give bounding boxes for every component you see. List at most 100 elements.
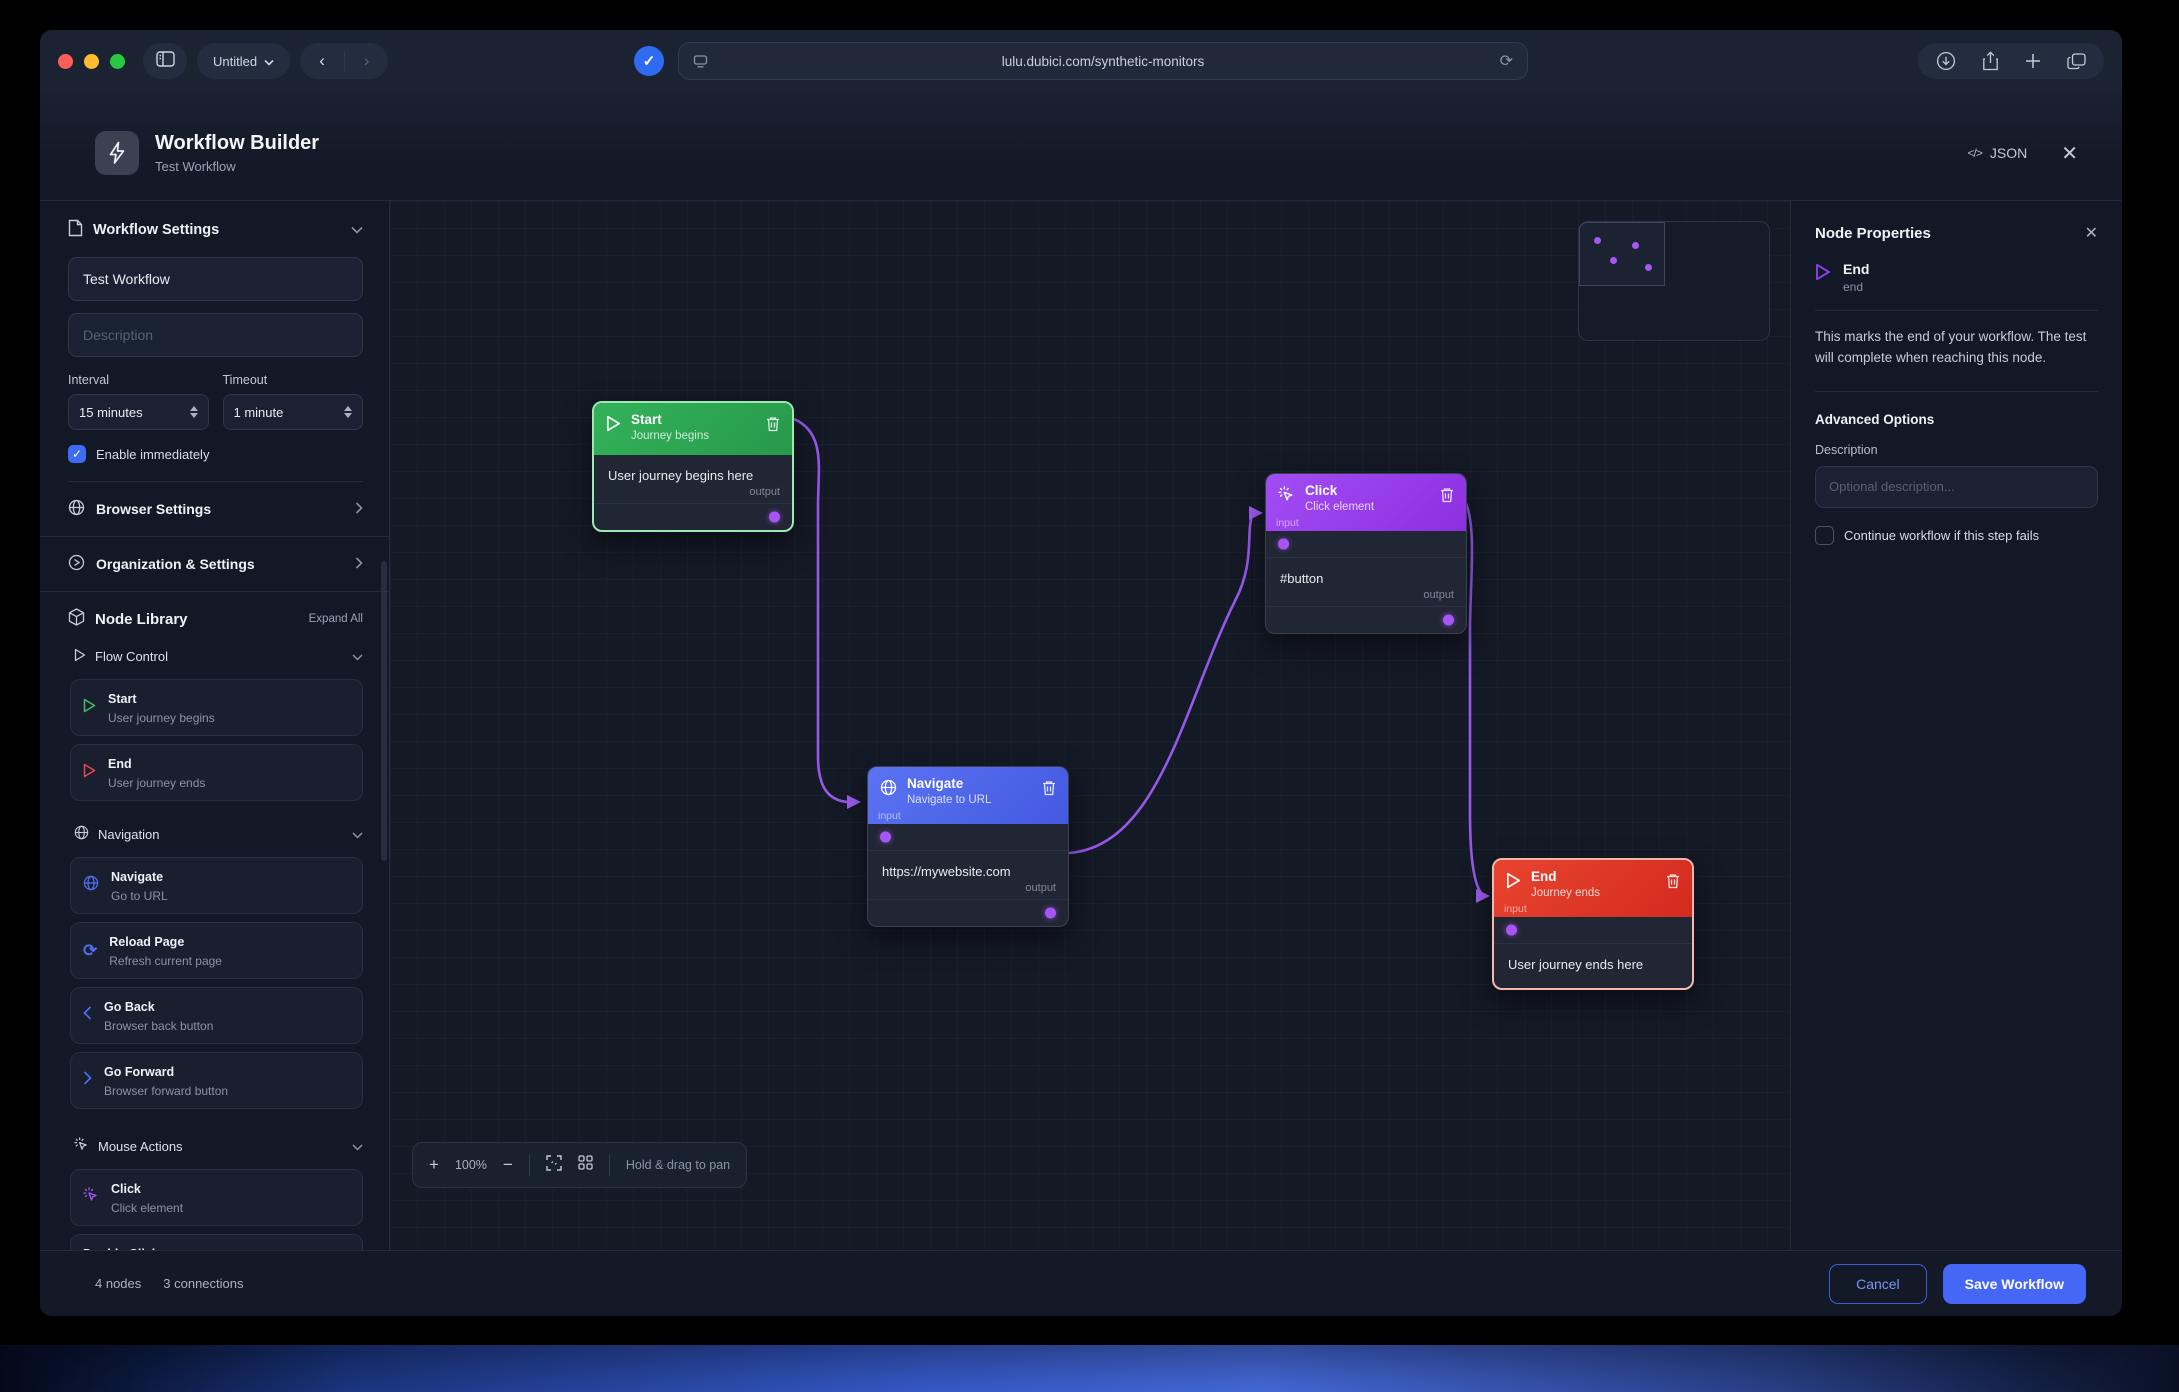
- grid-layout-icon[interactable]: [578, 1155, 593, 1175]
- trash-icon[interactable]: [1042, 780, 1056, 796]
- workflow-description-input[interactable]: [68, 313, 363, 357]
- workflow-edges: [390, 201, 1790, 1250]
- output-port[interactable]: [769, 512, 780, 523]
- close-panel-icon[interactable]: ✕: [2085, 223, 2098, 243]
- play-icon: [1506, 872, 1521, 889]
- library-item-end[interactable]: End User journey ends: [70, 744, 363, 801]
- tab-title: Untitled: [213, 54, 257, 69]
- sidebar-scrollbar[interactable]: [381, 561, 387, 861]
- close-builder-icon[interactable]: ✕: [2061, 141, 2078, 166]
- start-play-icon: [83, 698, 96, 718]
- sidebar-item-organization-settings[interactable]: Organization & Settings: [40, 537, 389, 591]
- output-label: output: [1266, 586, 1466, 606]
- enable-immediately-checkbox[interactable]: ✓: [68, 445, 86, 463]
- end-play-icon: [1815, 263, 1831, 286]
- minimap-node-dot: [1594, 237, 1601, 244]
- minimap-node-dot: [1632, 242, 1639, 249]
- zoom-window-button[interactable]: [110, 54, 125, 69]
- trash-icon[interactable]: [1666, 873, 1680, 889]
- node-selector-value: #button: [1266, 558, 1466, 586]
- tab-title-menu[interactable]: Untitled: [197, 43, 290, 79]
- input-port[interactable]: [1506, 925, 1517, 936]
- share-icon[interactable]: [1982, 51, 1999, 71]
- sidebar-item-browser-settings[interactable]: Browser Settings: [40, 482, 389, 536]
- tab-overview-icon[interactable]: [2067, 53, 2086, 70]
- trash-icon[interactable]: [1440, 487, 1454, 503]
- zoom-level: 100%: [455, 1158, 487, 1172]
- timeout-select[interactable]: 1 minute: [223, 394, 364, 430]
- new-tab-icon[interactable]: [2025, 53, 2041, 69]
- back-button[interactable]: ‹: [300, 51, 344, 71]
- bolt-icon: [95, 131, 139, 175]
- library-item-double-click[interactable]: Double Click: [70, 1234, 363, 1250]
- close-window-button[interactable]: [58, 54, 73, 69]
- output-port[interactable]: [1045, 908, 1056, 919]
- interval-select[interactable]: 15 minutes: [68, 394, 209, 430]
- desktop-background: Untitled ‹ › ✓ lulu.dubici.com/synth: [0, 0, 2179, 1392]
- library-item-start[interactable]: Start User journey begins: [70, 679, 363, 736]
- output-label: output: [594, 483, 792, 503]
- chevron-down-icon: [352, 1139, 363, 1154]
- description-label: Description: [1815, 443, 2098, 457]
- group-navigation[interactable]: Navigation: [40, 811, 389, 849]
- timeout-label: Timeout: [223, 373, 364, 387]
- output-port[interactable]: [1443, 615, 1454, 626]
- extension-check-badge[interactable]: ✓: [634, 46, 664, 76]
- save-workflow-button[interactable]: Save Workflow: [1943, 1264, 2086, 1304]
- group-mouse-actions[interactable]: Mouse Actions: [40, 1123, 389, 1161]
- node-description-input[interactable]: [1815, 466, 2098, 508]
- app-header: Workflow Builder Test Workflow </> JSON …: [40, 92, 2122, 200]
- node-click[interactable]: Click Click element input: [1265, 473, 1467, 634]
- workflow-canvas[interactable]: Start Journey begins User journey begins…: [390, 201, 1790, 1250]
- input-port[interactable]: [880, 832, 891, 843]
- node-description: User journey begins here: [594, 455, 792, 483]
- expand-all-link[interactable]: Expand All: [309, 613, 363, 625]
- node-end[interactable]: End Journey ends input: [1492, 858, 1694, 990]
- play-outline-icon: [74, 648, 86, 665]
- workflow-settings-header[interactable]: Workflow Settings: [68, 219, 363, 241]
- globe-icon: [68, 499, 85, 519]
- continue-on-fail-checkbox[interactable]: [1815, 526, 1834, 545]
- node-navigate[interactable]: Navigate Navigate to URL input: [867, 766, 1069, 927]
- zoom-out-button[interactable]: −: [503, 1155, 513, 1175]
- selected-node-type: end: [1843, 280, 1869, 294]
- node-library-header: Node Library Expand All: [40, 592, 389, 634]
- library-item-navigate[interactable]: Navigate Go to URL: [70, 857, 363, 914]
- downloads-icon[interactable]: [1936, 51, 1956, 71]
- cancel-button[interactable]: Cancel: [1829, 1264, 1927, 1304]
- node-info-text: This marks the end of your workflow. The…: [1815, 327, 2098, 392]
- page-title: Workflow Builder: [155, 132, 319, 155]
- workflow-name-input[interactable]: [68, 257, 363, 301]
- cursor-click-icon: [1278, 486, 1295, 503]
- forward-button[interactable]: ›: [344, 51, 388, 71]
- globe-icon: [880, 779, 897, 796]
- code-icon: </>: [1968, 146, 1982, 160]
- chevron-down-icon: [264, 54, 274, 69]
- address-area: ✓ lulu.dubici.com/synthetic-monitors ⟳: [634, 42, 1528, 80]
- input-port[interactable]: [1278, 539, 1289, 550]
- zoom-in-button[interactable]: +: [429, 1155, 439, 1175]
- refresh-icon: ⟳: [83, 941, 97, 961]
- library-item-click[interactable]: Click Click element: [70, 1169, 363, 1226]
- reload-icon[interactable]: ⟳: [1500, 51, 1513, 71]
- library-item-reload-page[interactable]: ⟳ Reload Page Refresh current page: [70, 922, 363, 979]
- url-text: lulu.dubici.com/synthetic-monitors: [679, 54, 1527, 69]
- browser-sidebar-toggle[interactable]: [143, 43, 187, 79]
- advanced-options-title: Advanced Options: [1815, 412, 2098, 427]
- minimize-window-button[interactable]: [84, 54, 99, 69]
- minimap[interactable]: [1578, 221, 1770, 341]
- page-subtitle: Test Workflow: [155, 159, 319, 174]
- fit-view-icon[interactable]: [546, 1155, 562, 1176]
- node-description: User journey ends here: [1494, 944, 1692, 988]
- selected-node-title: End: [1843, 261, 1869, 277]
- chevron-right-icon: [355, 556, 363, 572]
- canvas-toolbar: + 100% −: [412, 1142, 747, 1188]
- library-item-go-forward[interactable]: Go Forward Browser forward button: [70, 1052, 363, 1109]
- group-flow-control[interactable]: Flow Control: [40, 634, 389, 671]
- json-view-button[interactable]: </> JSON: [1968, 145, 2028, 161]
- node-start[interactable]: Start Journey begins User journey begins…: [592, 401, 794, 532]
- trash-icon[interactable]: [766, 416, 780, 432]
- browser-window: Untitled ‹ › ✓ lulu.dubici.com/synth: [40, 30, 2122, 1316]
- address-bar[interactable]: lulu.dubici.com/synthetic-monitors ⟳: [678, 42, 1528, 80]
- library-item-go-back[interactable]: Go Back Browser back button: [70, 987, 363, 1044]
